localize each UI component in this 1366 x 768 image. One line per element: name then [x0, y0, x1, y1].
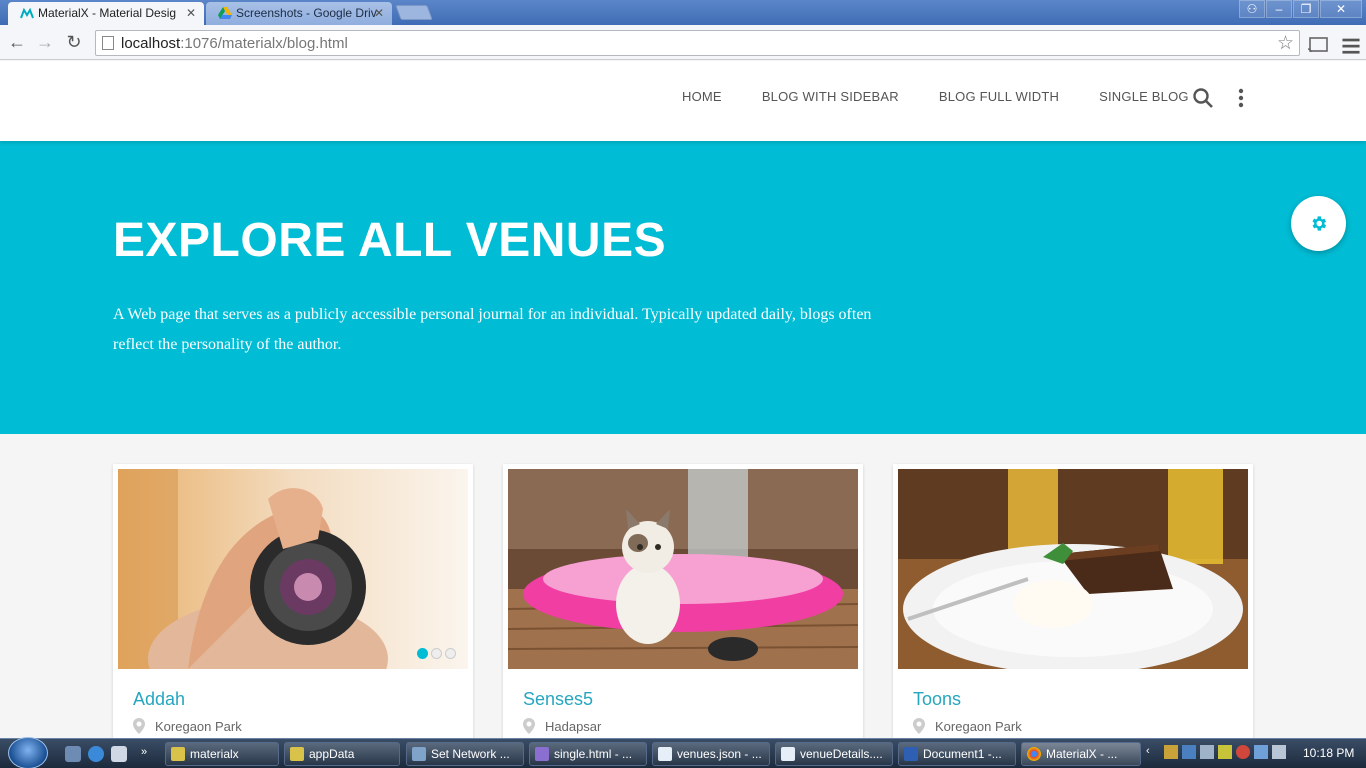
- venue-image-kitten[interactable]: [508, 469, 858, 669]
- gear-icon: [1312, 216, 1327, 231]
- network-tray-icon[interactable]: [1254, 745, 1268, 759]
- settings-fab-button[interactable]: [1291, 196, 1346, 251]
- address-bar[interactable]: localhost:1076/materialx/blog.html ☆: [95, 30, 1300, 56]
- venue-name[interactable]: Toons: [913, 689, 961, 710]
- quicklaunch-icon[interactable]: [111, 746, 127, 762]
- venue-card[interactable]: Toons Koregaon Park: [893, 464, 1253, 754]
- folder-icon: [171, 747, 185, 761]
- system-tray: ‹: [1146, 745, 1286, 763]
- taskbar-item-appdata[interactable]: appData: [284, 742, 400, 766]
- location-pin-icon: [913, 718, 925, 734]
- venue-location-text: Koregaon Park: [155, 719, 242, 734]
- internet-explorer-icon[interactable]: [88, 746, 104, 762]
- tab-google-drive[interactable]: Screenshots - Google Driv ✕: [206, 2, 392, 25]
- taskbar-item-document1[interactable]: Document1 -...: [898, 742, 1016, 766]
- cake-photo: [898, 469, 1248, 669]
- cast-icon[interactable]: [1307, 34, 1329, 56]
- venue-card[interactable]: Senses5 Hadapsar: [503, 464, 863, 754]
- chrome-icon: [1027, 747, 1041, 761]
- venue-location-text: Koregaon Park: [935, 719, 1022, 734]
- location-pin-icon: [523, 718, 535, 734]
- venue-location: Koregaon Park: [913, 718, 1022, 734]
- browser-toolbar: ← → ↻ localhost:1076/materialx/blog.html…: [0, 25, 1366, 60]
- reload-icon[interactable]: ↻: [63, 32, 85, 54]
- user-icon[interactable]: ⚇: [1239, 0, 1265, 18]
- tray-blocked-icon[interactable]: [1236, 745, 1250, 759]
- nav-single-blog[interactable]: SINGLE BLOG: [1099, 89, 1189, 104]
- minimize-button[interactable]: –: [1266, 0, 1292, 18]
- taskbar-item-materialx[interactable]: materialx: [165, 742, 279, 766]
- notepad-icon: [781, 747, 795, 761]
- folder-icon: [290, 747, 304, 761]
- start-button[interactable]: [8, 737, 48, 768]
- taskbar-item-chrome[interactable]: MaterialX - ...: [1021, 742, 1141, 766]
- show-desktop-icon[interactable]: [65, 746, 81, 762]
- venue-location-text: Hadapsar: [545, 719, 602, 734]
- tray-app-icon[interactable]: [1182, 745, 1196, 759]
- window-controls: ⚇ – ❐ ✕: [1238, 0, 1362, 18]
- main-nav: HOME BLOG WITH SIDEBAR BLOG FULL WIDTH S…: [662, 89, 1209, 104]
- tray-app-icon[interactable]: [1164, 745, 1178, 759]
- chrome-menu-icon[interactable]: [1340, 35, 1362, 57]
- new-tab-button[interactable]: [395, 5, 433, 20]
- notepad-icon: [658, 747, 672, 761]
- carousel-indicators: [417, 648, 456, 659]
- page-title: EXPLORE ALL VENUES: [113, 214, 667, 267]
- browser-titlebar: MaterialX - Material Desig ✕ Screenshots…: [0, 0, 1366, 25]
- tray-app-icon[interactable]: [1200, 745, 1214, 759]
- venue-location: Hadapsar: [523, 718, 601, 734]
- hero-banner: EXPLORE ALL VENUES A Web page that serve…: [0, 141, 1366, 434]
- carousel-dot[interactable]: [445, 648, 456, 659]
- venue-location: Koregaon Park: [133, 718, 242, 734]
- location-pin-icon: [133, 718, 145, 734]
- volume-icon[interactable]: [1272, 745, 1286, 759]
- page-icon: [102, 36, 114, 50]
- google-drive-icon: [218, 7, 232, 19]
- word-icon: [904, 747, 918, 761]
- venue-name[interactable]: Senses5: [523, 689, 593, 710]
- carousel-dot[interactable]: [431, 648, 442, 659]
- hero-description: A Web page that serves as a publicly acc…: [113, 306, 872, 353]
- taskbar-item-single-html[interactable]: single.html - ...: [529, 742, 647, 766]
- url-text: localhost:1076/materialx/blog.html: [121, 35, 348, 52]
- tab-materialx[interactable]: MaterialX - Material Desig ✕: [8, 2, 204, 25]
- tray-app-icon[interactable]: [1218, 745, 1232, 759]
- search-icon[interactable]: [1191, 86, 1215, 110]
- carousel-dot[interactable]: [417, 648, 428, 659]
- materialx-favicon-icon: [20, 7, 34, 19]
- tab-title: MaterialX - Material Desig: [38, 6, 177, 20]
- close-window-button[interactable]: ✕: [1320, 0, 1362, 18]
- venue-name[interactable]: Addah: [133, 689, 185, 710]
- site-header: HOME BLOG WITH SIDEBAR BLOG FULL WIDTH S…: [0, 61, 1366, 141]
- tab-title: Screenshots - Google Driv: [236, 6, 377, 20]
- taskbar-item-network[interactable]: Set Network ...: [406, 742, 524, 766]
- tab-close-icon[interactable]: ✕: [374, 2, 384, 24]
- network-icon: [412, 747, 426, 761]
- windows-taskbar: » materialx appData Set Network ... sing…: [0, 737, 1366, 768]
- venue-image-cake[interactable]: [898, 469, 1248, 669]
- venue-card[interactable]: Addah Koregaon Park: [113, 464, 473, 754]
- more-vert-icon[interactable]: [1236, 86, 1246, 110]
- bookmark-star-icon[interactable]: ☆: [1277, 32, 1294, 55]
- back-icon[interactable]: ←: [6, 32, 28, 54]
- tray-expand-icon[interactable]: ‹: [1146, 745, 1160, 759]
- tab-close-icon[interactable]: ✕: [186, 2, 196, 24]
- kitten-photo: [508, 469, 858, 669]
- venue-cards: Addah Koregaon Park Senses5 Hadapsar Too…: [0, 434, 1366, 754]
- nav-blog-with-sidebar[interactable]: BLOG WITH SIDEBAR: [762, 89, 899, 104]
- nav-blog-full-width[interactable]: BLOG FULL WIDTH: [939, 89, 1059, 104]
- venue-image-camera[interactable]: [118, 469, 468, 669]
- nav-home[interactable]: HOME: [682, 89, 722, 104]
- clock[interactable]: 10:18 PM: [1303, 746, 1354, 760]
- camera-photo: [118, 469, 468, 669]
- visual-studio-icon: [535, 747, 549, 761]
- quicklaunch-overflow-icon[interactable]: »: [141, 746, 157, 762]
- taskbar-item-venues-json[interactable]: venues.json - ...: [652, 742, 770, 766]
- taskbar-item-venuedetails[interactable]: venueDetails....: [775, 742, 893, 766]
- maximize-button[interactable]: ❐: [1293, 0, 1319, 18]
- forward-icon[interactable]: →: [34, 32, 56, 54]
